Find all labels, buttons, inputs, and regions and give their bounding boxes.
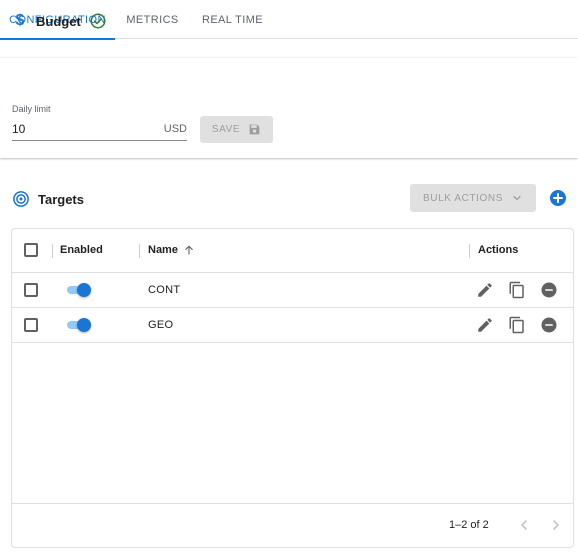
dollar-icon: $ xyxy=(15,12,25,29)
column-header-actions: Actions xyxy=(478,244,519,256)
chevron-right-icon[interactable] xyxy=(548,517,564,533)
row-checkbox[interactable] xyxy=(24,283,38,297)
daily-limit-field[interactable]: 10 USD xyxy=(12,117,187,141)
target-name: CONT xyxy=(148,284,181,296)
column-separator[interactable] xyxy=(139,244,140,258)
remove-circle-icon[interactable] xyxy=(540,316,558,334)
edit-icon[interactable] xyxy=(476,316,494,334)
chevron-left-icon[interactable] xyxy=(516,517,532,533)
select-all-checkbox[interactable] xyxy=(24,243,38,257)
add-target-button[interactable] xyxy=(550,190,566,206)
copy-icon[interactable] xyxy=(508,281,526,299)
save-button[interactable]: SAVE xyxy=(200,116,273,143)
tab-real-time[interactable]: REAL TIME xyxy=(190,0,275,39)
row-checkbox[interactable] xyxy=(24,318,38,332)
target-name: GEO xyxy=(148,319,174,331)
table-footer: 1–2 of 2 xyxy=(12,503,573,547)
currency-unit: USD xyxy=(163,122,187,135)
table-row: CONT xyxy=(12,273,573,308)
target-icon xyxy=(13,191,29,207)
bulk-actions-label: BULK ACTIONS xyxy=(423,192,503,204)
column-separator[interactable] xyxy=(469,244,470,258)
targets-title: Targets xyxy=(38,191,84,207)
targets-header: Targets xyxy=(12,190,84,208)
tab-metrics[interactable]: METRICS xyxy=(115,0,190,39)
column-header-name[interactable]: Name xyxy=(148,244,178,256)
targets-table: Enabled Name Actions CONT GEO 1–2 of 2 xyxy=(11,228,574,548)
enabled-toggle[interactable] xyxy=(65,318,91,332)
budget-card xyxy=(0,58,578,158)
edit-icon[interactable] xyxy=(476,281,494,299)
arrow-up-icon[interactable] xyxy=(183,244,195,256)
copy-icon[interactable] xyxy=(508,316,526,334)
remove-circle-icon[interactable] xyxy=(540,281,558,299)
pagination-text: 1–2 of 2 xyxy=(449,519,489,531)
column-header-enabled[interactable]: Enabled xyxy=(60,244,103,256)
table-header: Enabled Name Actions xyxy=(12,229,573,273)
bulk-actions-button[interactable]: BULK ACTIONS xyxy=(410,184,536,212)
daily-limit-value[interactable]: 10 xyxy=(12,122,25,136)
table-row: GEO xyxy=(12,308,573,343)
plus-icon xyxy=(553,193,563,203)
daily-limit-label: Daily limit xyxy=(12,104,51,114)
column-separator[interactable] xyxy=(52,244,53,258)
chevron-down-icon xyxy=(513,195,521,201)
budget-header: $ Budget xyxy=(12,12,107,30)
floppy-disk-icon xyxy=(249,124,260,135)
save-button-label: SAVE xyxy=(211,124,241,135)
check-circle-icon xyxy=(90,13,106,29)
budget-title: Budget xyxy=(36,13,81,29)
enabled-toggle[interactable] xyxy=(65,283,91,297)
